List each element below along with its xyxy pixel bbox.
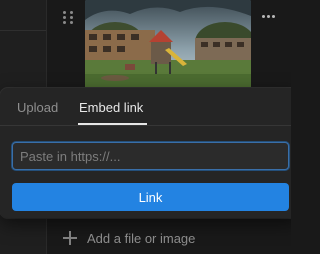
tab-embed-link[interactable]: Embed link [79,100,143,115]
tab-upload[interactable]: Upload [17,100,58,115]
add-file-or-image-button[interactable]: Add a file or image [63,228,195,248]
plus-icon [63,231,77,245]
divider [0,30,46,31]
popover-tabs: Upload Embed link [0,88,291,126]
drag-handle-icon[interactable] [63,11,75,25]
media-popover: Upload Embed link Link [0,88,291,218]
embed-url-input[interactable] [12,142,289,170]
editor-stage: Upload Embed link Link Add a file or ima… [0,0,291,254]
image-block[interactable] [85,0,251,92]
add-file-label: Add a file or image [87,230,196,246]
tabs-divider [0,125,291,126]
more-options-icon[interactable] [262,15,275,18]
link-button[interactable]: Link [12,183,289,211]
playground-image [85,0,251,92]
